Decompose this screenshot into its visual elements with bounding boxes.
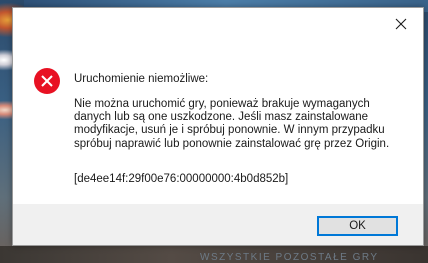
close-button[interactable]	[379, 8, 423, 40]
background-caption: WSZYSTKIE POZOSTAŁE GRY	[200, 252, 379, 263]
error-circle-icon	[34, 68, 60, 94]
close-icon	[395, 18, 407, 30]
dialog-content: Uruchomienie niemożliwe: Nie można uruch…	[13, 40, 423, 204]
dialog-message: Nie można uruchomić gry, ponieważ brakuj…	[74, 98, 392, 151]
dialog-heading: Uruchomienie niemożliwe:	[74, 73, 209, 85]
error-code: [de4ee14f:29f00e76:00000000:4b0d852b]	[74, 173, 289, 185]
dialog-titlebar	[13, 8, 423, 40]
dialog-message-text: Nie można uruchomić gry, ponieważ brakuj…	[74, 98, 390, 150]
dialog-footer: OK	[13, 204, 423, 245]
error-dialog: Uruchomienie niemożliwe: Nie można uruch…	[12, 7, 424, 246]
ok-button[interactable]: OK	[317, 216, 398, 236]
